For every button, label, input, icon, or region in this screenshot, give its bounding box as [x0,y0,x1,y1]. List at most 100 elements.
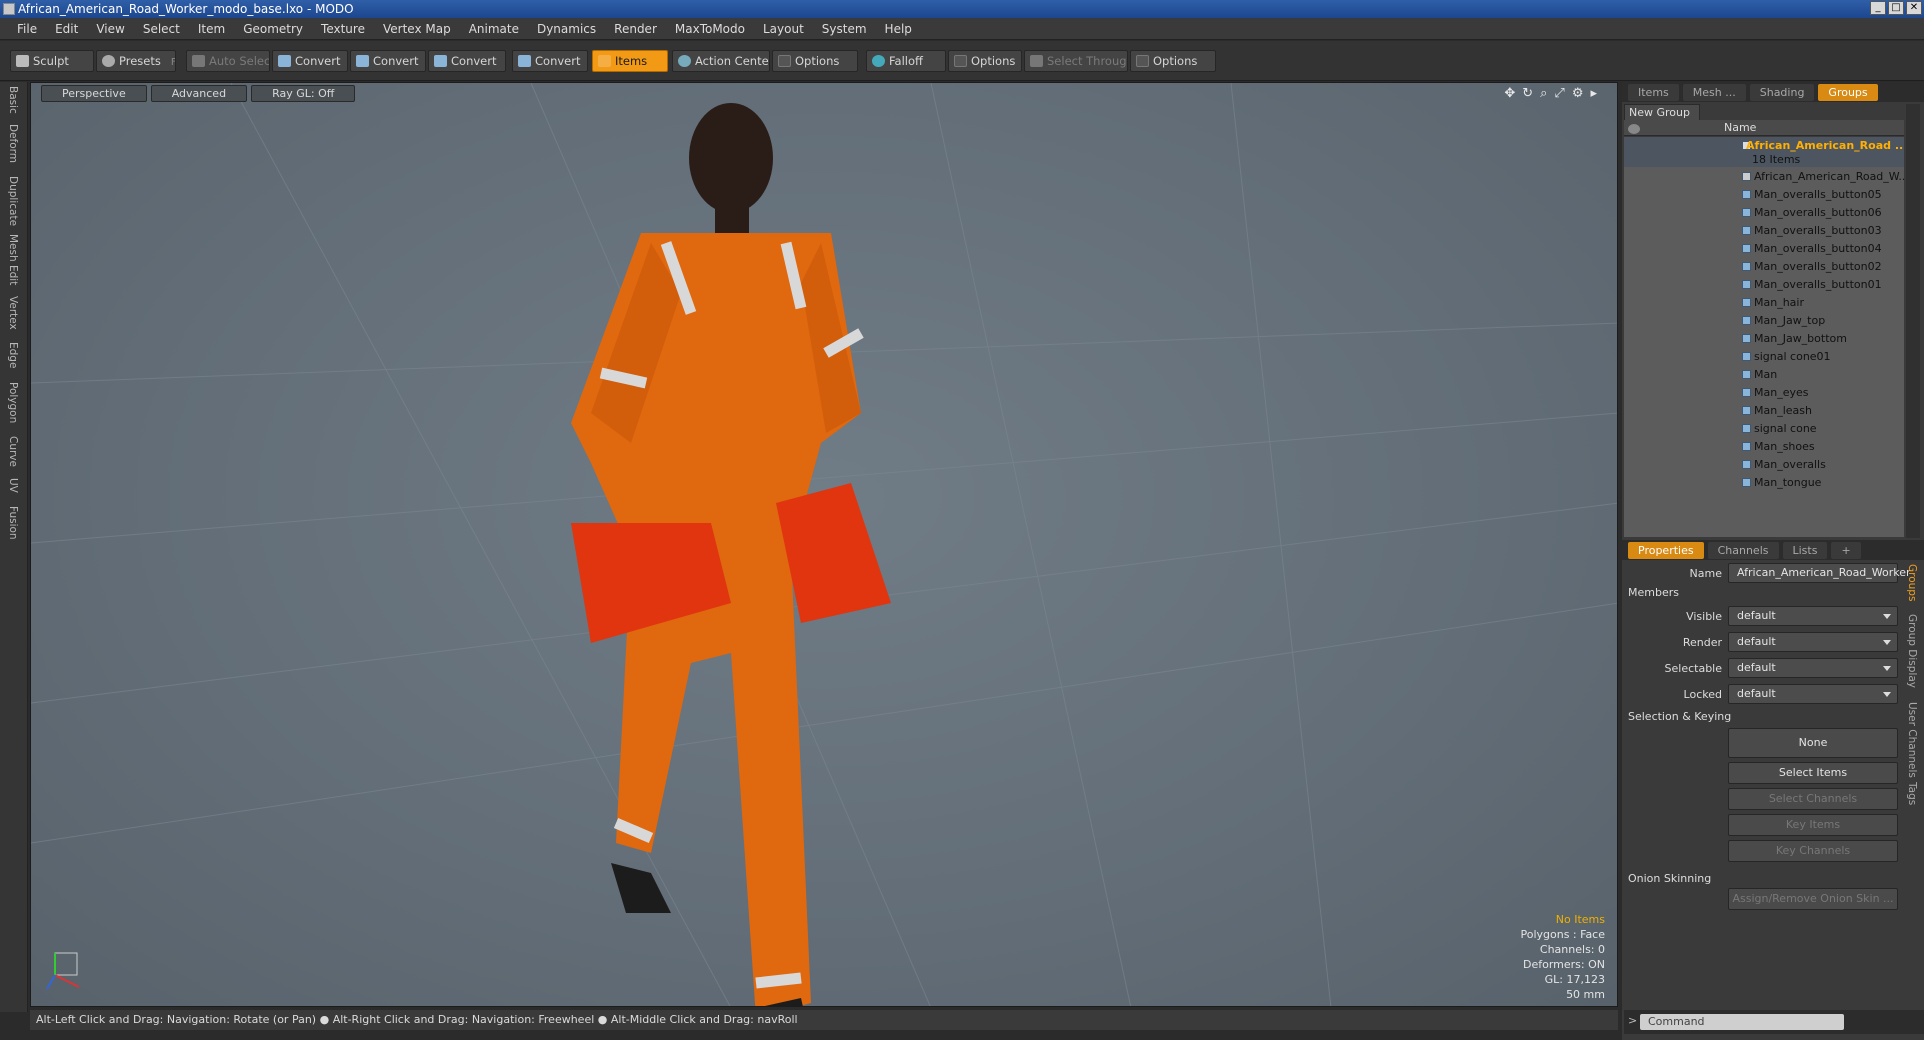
menu-view[interactable]: View [87,22,133,36]
options-button-2[interactable]: Options [948,50,1022,72]
side-tab-user-channels[interactable]: User Channels [1906,702,1918,778]
list-item[interactable]: Man [1624,366,1904,384]
menu-system[interactable]: System [813,22,876,36]
menu-item[interactable]: Item [189,22,234,36]
tab-uv[interactable]: UV [7,478,19,493]
gear-icon[interactable]: ⚙ [1572,86,1584,101]
list-item[interactable]: African_American_Road_W... [1624,168,1904,186]
3d-viewport[interactable]: Perspective Advanced Ray GL: Off ✥ ↻ ⌕ ⤢… [30,82,1618,1007]
tab-duplicate[interactable]: Duplicate [7,176,19,226]
key-channels-button[interactable]: Key Channels [1728,840,1898,862]
members-section[interactable]: Members [1628,586,1679,599]
menu-edit[interactable]: Edit [46,22,87,36]
list-item[interactable]: Man_overalls_button05 [1624,186,1904,204]
tab-edge[interactable]: Edge [7,342,19,368]
list-item[interactable]: Man_overalls [1624,456,1904,474]
render-dropdown[interactable]: default [1728,632,1898,652]
selection-keying-section[interactable]: Selection & Keying [1628,710,1731,723]
falloff-button[interactable]: Falloff [866,50,946,72]
add-tab-button[interactable]: + [1831,541,1861,559]
tab-properties[interactable]: Properties [1628,541,1704,559]
select-through-button[interactable]: Select Through [1024,50,1128,72]
select-items-button[interactable]: Select Items [1728,762,1898,784]
sculpt-button[interactable]: Sculpt [10,50,94,72]
convert-button-3[interactable]: Convert [428,50,506,72]
minimize-button[interactable]: _ [1870,1,1886,15]
items-mode-button[interactable]: Items [592,50,668,72]
tab-items[interactable]: Items [1628,83,1679,101]
outliner-scrollbar[interactable] [1906,104,1920,538]
list-item[interactable]: Man_overalls_button03 [1624,222,1904,240]
maximize-icon[interactable]: ⤢ [1554,86,1564,101]
menu-vertex-map[interactable]: Vertex Map [374,22,460,36]
list-item[interactable]: Man_overalls_button01 [1624,276,1904,294]
tab-mesh-edit[interactable]: Mesh Edit [7,234,19,285]
list-item[interactable]: Man_Jaw_top [1624,312,1904,330]
close-button[interactable]: ✕ [1906,1,1922,15]
tab-shading[interactable]: Shading [1749,83,1815,101]
pan-icon[interactable]: ✥ [1504,86,1515,101]
view-type-dropdown[interactable]: Perspective [41,85,147,102]
tab-channels[interactable]: Channels [1707,541,1779,559]
presets-button[interactable]: PresetsF6 [96,50,176,72]
list-item[interactable]: signal cone [1624,420,1904,438]
list-item[interactable]: Man_overalls_button04 [1624,240,1904,258]
new-group-button[interactable]: New Group [1624,104,1700,121]
menu-layout[interactable]: Layout [754,22,813,36]
raygl-toggle[interactable]: Ray GL: Off [251,85,356,102]
none-button[interactable]: None [1728,728,1898,758]
zoom-icon[interactable]: ⌕ [1540,86,1547,101]
tab-vertex[interactable]: Vertex [7,296,19,330]
tab-mesh[interactable]: Mesh ... [1682,83,1746,101]
list-item[interactable]: signal cone01 [1624,348,1904,366]
visible-dropdown[interactable]: default [1728,606,1898,626]
key-items-button[interactable]: Key Items [1728,814,1898,836]
name-column-header[interactable]: Name [1724,121,1756,134]
menu-geometry[interactable]: Geometry [234,22,312,36]
expand-arrow-icon[interactable]: ▸ [1590,86,1597,101]
tab-lists[interactable]: Lists [1782,541,1828,559]
convert-button-4[interactable]: Convert [512,50,588,72]
tab-groups[interactable]: Groups [1818,83,1878,101]
maximize-button[interactable]: □ [1888,1,1904,15]
rotate-icon[interactable]: ↻ [1522,86,1533,101]
visibility-column-icon[interactable] [1628,124,1640,134]
list-item[interactable]: Man_leash [1624,402,1904,420]
menu-file[interactable]: File [8,22,46,36]
tab-polygon[interactable]: Polygon [7,382,19,423]
menu-animate[interactable]: Animate [460,22,528,36]
assign-onion-skin-button[interactable]: Assign/Remove Onion Skin ... [1728,888,1898,910]
menu-help[interactable]: Help [876,22,921,36]
convert-button-2[interactable]: Convert [350,50,426,72]
group-row[interactable]: African_American_Road ... 18 Items [1624,137,1904,167]
tab-deform[interactable]: Deform [7,124,19,163]
options-button-3[interactable]: Options [1130,50,1216,72]
side-tab-groups[interactable]: Groups [1906,564,1918,601]
options-button-1[interactable]: Options [772,50,858,72]
selectable-dropdown[interactable]: default [1728,658,1898,678]
list-item[interactable]: Man_hair [1624,294,1904,312]
list-item[interactable]: Man_tongue [1624,474,1904,492]
tab-fusion[interactable]: Fusion [7,506,19,540]
list-item[interactable]: Man_overalls_button02 [1624,258,1904,276]
list-item[interactable]: Man_Jaw_bottom [1624,330,1904,348]
action-center-button[interactable]: Action Center [672,50,770,72]
side-tab-tags[interactable]: Tags [1906,782,1918,805]
command-input[interactable]: Command [1640,1014,1844,1030]
menu-select[interactable]: Select [134,22,189,36]
list-item[interactable]: Man_overalls_button06 [1624,204,1904,222]
name-field[interactable]: African_American_Road_Worker [1728,563,1911,583]
onion-skinning-section[interactable]: Onion Skinning [1628,872,1711,885]
locked-dropdown[interactable]: default [1728,684,1898,704]
list-item[interactable]: Man_shoes [1624,438,1904,456]
menu-maxtomodo[interactable]: MaxToModo [666,22,754,36]
tab-basic[interactable]: Basic [7,86,19,114]
menu-dynamics[interactable]: Dynamics [528,22,605,36]
side-tab-group-display[interactable]: Group Display [1906,614,1918,688]
select-channels-button[interactable]: Select Channels [1728,788,1898,810]
list-item[interactable]: Man_eyes [1624,384,1904,402]
convert-button-1[interactable]: Convert [272,50,348,72]
auto-select-button[interactable]: Auto Select [186,50,270,72]
menu-render[interactable]: Render [605,22,666,36]
tab-curve[interactable]: Curve [7,436,19,467]
